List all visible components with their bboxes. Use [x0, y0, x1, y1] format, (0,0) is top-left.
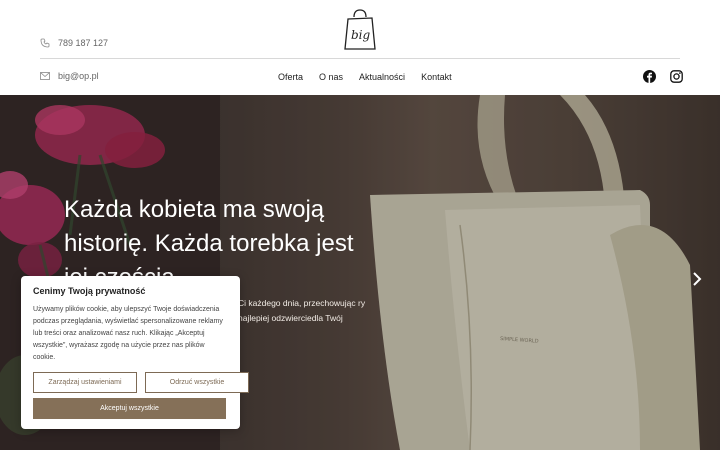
chevron-right-icon[interactable] — [690, 270, 704, 288]
cookie-description: Używamy plików cookie, aby ulepszyć Twoj… — [33, 306, 223, 361]
cookie-title: Cenimy Twoją prywatność — [33, 286, 146, 296]
contact-email[interactable]: big@op.pl — [40, 71, 99, 81]
contact-phone[interactable]: 789 187 127 — [40, 38, 108, 48]
facebook-icon[interactable] — [643, 70, 656, 83]
phone-number: 789 187 127 — [58, 38, 109, 48]
nav-item-aktualnosci[interactable]: Aktualności — [351, 71, 413, 83]
hero-description: Ci każdego dnia, przechowując ry najlepi… — [238, 298, 366, 323]
site-header: big 789 187 127 big@op.pl Oferta O nas A… — [0, 0, 720, 95]
accept-all-button[interactable]: Akceptuj wszystkie — [33, 398, 226, 419]
logo-text: big — [351, 28, 371, 42]
cookie-secondary-buttons: Zarządzaj ustawieniami Odrzuć wszystkie — [33, 372, 249, 393]
instagram-icon[interactable] — [670, 70, 683, 83]
logo-bag-icon[interactable]: big — [340, 7, 380, 51]
manage-settings-button[interactable]: Zarządzaj ustawieniami — [33, 372, 137, 393]
mail-icon — [40, 72, 50, 80]
reject-all-button[interactable]: Odrzuć wszystkie — [145, 372, 249, 393]
nav-item-o-nas[interactable]: O nas — [311, 71, 351, 83]
cookie-consent-dialog: Cenimy Twoją prywatność Używamy plików c… — [21, 276, 249, 429]
main-nav: Oferta O nas Aktualności Kontakt — [270, 71, 460, 83]
nav-item-kontakt[interactable]: Kontakt — [413, 71, 460, 83]
nav-item-oferta[interactable]: Oferta — [270, 71, 311, 83]
phone-icon — [40, 38, 50, 48]
header-divider — [40, 58, 680, 59]
email-address: big@op.pl — [58, 71, 99, 81]
social-links — [643, 70, 683, 83]
